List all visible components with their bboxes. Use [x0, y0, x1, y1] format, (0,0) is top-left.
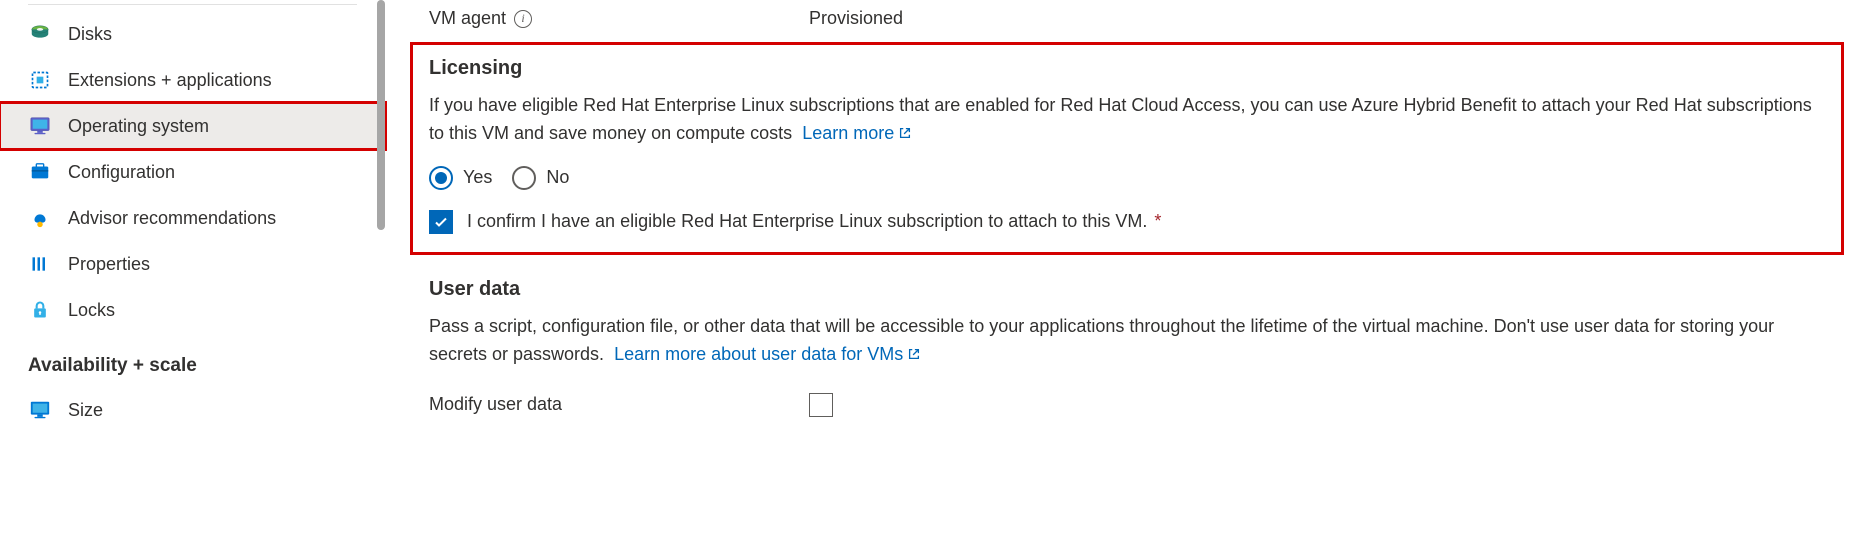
user-data-section: User data Pass a script, configuration f… [429, 268, 1825, 437]
external-link-icon [898, 123, 912, 143]
licensing-radio-group: Yes No [429, 166, 1825, 190]
monitor-icon [28, 114, 52, 138]
licensing-confirm-row: I confirm I have an eligible Red Hat Ent… [429, 210, 1825, 234]
lock-icon [28, 298, 52, 322]
divider [28, 4, 357, 5]
licensing-description-text: If you have eligible Red Hat Enterprise … [429, 95, 1812, 143]
main-content: VM agent i Provisioned Licensing If you … [385, 0, 1845, 447]
vm-agent-label: VM agent i [429, 8, 809, 29]
sidebar-item-label: Operating system [68, 116, 209, 137]
radio-no[interactable]: No [512, 166, 569, 190]
sidebar-item-advisor[interactable]: Advisor recommendations [0, 195, 385, 241]
sidebar-item-properties[interactable]: Properties [0, 241, 385, 287]
sidebar-item-configuration[interactable]: Configuration [0, 149, 385, 195]
confirm-label: I confirm I have an eligible Red Hat Ent… [467, 211, 1161, 232]
modify-user-data-label: Modify user data [429, 394, 809, 415]
required-indicator: * [1154, 211, 1161, 231]
radio-label: Yes [463, 167, 492, 188]
sidebar-item-label: Advisor recommendations [68, 208, 276, 229]
disks-icon [28, 22, 52, 46]
sidebar-item-label: Size [68, 400, 103, 421]
sidebar-item-disks[interactable]: Disks [0, 11, 385, 57]
radio-indicator [429, 166, 453, 190]
user-data-learn-more-link[interactable]: Learn more about user data for VMs [614, 344, 921, 364]
confirm-label-text: I confirm I have an eligible Red Hat Ent… [467, 211, 1147, 231]
info-icon[interactable]: i [514, 10, 532, 28]
user-data-title: User data [429, 278, 1825, 301]
check-icon [433, 214, 449, 230]
sidebar-item-operating-system[interactable]: Operating system [0, 103, 385, 149]
radio-indicator [512, 166, 536, 190]
confirm-checkbox[interactable] [429, 210, 453, 234]
vm-agent-label-text: VM agent [429, 8, 506, 29]
advisor-icon [28, 206, 52, 230]
properties-icon [28, 252, 52, 276]
sidebar-item-label: Disks [68, 24, 112, 45]
licensing-title: Licensing [429, 57, 1825, 80]
modify-user-data-row: Modify user data [429, 387, 1825, 431]
sidebar-item-label: Extensions + applications [68, 70, 272, 91]
sidebar-scrollbar[interactable] [377, 0, 385, 230]
sidebar-item-label: Properties [68, 254, 150, 275]
size-icon [28, 398, 52, 422]
radio-yes[interactable]: Yes [429, 166, 492, 190]
extensions-icon [28, 68, 52, 92]
link-text: Learn more [802, 123, 894, 143]
radio-label: No [546, 167, 569, 188]
licensing-learn-more-link[interactable]: Learn more [802, 123, 912, 143]
sidebar-item-locks[interactable]: Locks [0, 287, 385, 333]
link-text: Learn more about user data for VMs [614, 344, 903, 364]
licensing-section: Licensing If you have eligible Red Hat E… [415, 47, 1839, 250]
sidebar-item-extensions[interactable]: Extensions + applications [0, 57, 385, 103]
licensing-description: If you have eligible Red Hat Enterprise … [429, 92, 1825, 148]
modify-user-data-checkbox[interactable] [809, 393, 833, 417]
sidebar-item-label: Configuration [68, 162, 175, 183]
sidebar-item-size[interactable]: Size [0, 387, 385, 433]
external-link-icon [907, 344, 921, 364]
user-data-description: Pass a script, configuration file, or ot… [429, 313, 1825, 369]
sidebar-item-label: Locks [68, 300, 115, 321]
sidebar-section-heading: Availability + scale [0, 333, 385, 387]
sidebar: Disks Extensions + applications Operatin… [0, 0, 385, 447]
vm-agent-row: VM agent i Provisioned [429, 2, 1825, 43]
toolbox-icon [28, 160, 52, 184]
vm-agent-value: Provisioned [809, 8, 903, 29]
